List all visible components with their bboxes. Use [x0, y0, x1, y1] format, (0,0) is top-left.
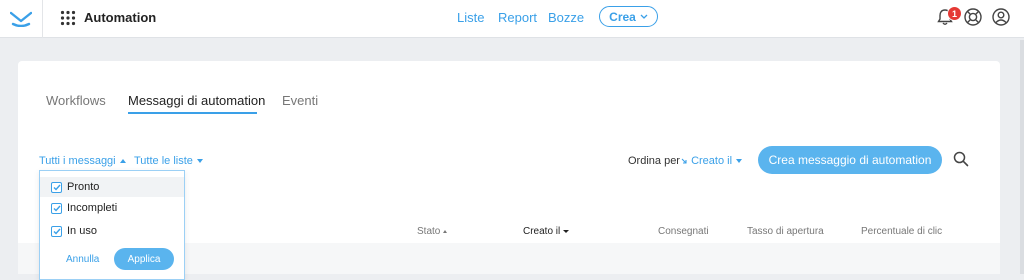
caret-down-icon: [736, 159, 743, 164]
column-tasso-di-apertura[interactable]: Tasso di apertura: [747, 226, 824, 237]
chevron-down-icon: [640, 14, 648, 19]
checkbox-incompleti[interactable]: [51, 202, 62, 214]
top-bar: Automation Liste Report Bozze Crea 1: [0, 0, 1024, 38]
envelope-logo-icon: [10, 11, 32, 27]
checkmark-icon: [53, 205, 61, 212]
sort-arrow-icon: [681, 158, 687, 164]
app-grid-icon[interactable]: [60, 10, 76, 26]
user-profile-icon[interactable]: [991, 7, 1011, 27]
cancel-link[interactable]: Annulla: [66, 254, 99, 265]
column-creato-il[interactable]: Creato il: [523, 226, 570, 237]
lists-filter-label: Tutte le liste: [134, 155, 193, 167]
option-in-uso[interactable]: In uso: [40, 221, 184, 241]
nav-liste[interactable]: Liste: [457, 10, 484, 25]
crea-label: Crea: [609, 9, 636, 24]
column-consegnati[interactable]: Consegnati: [658, 226, 709, 237]
option-label: In uso: [67, 225, 97, 237]
logo[interactable]: [0, 0, 43, 38]
help-lifebuoy-icon[interactable]: [963, 7, 983, 27]
page-scrollbar[interactable]: [1020, 40, 1024, 274]
checkmark-icon: [53, 228, 61, 235]
tab-eventi[interactable]: Eventi: [282, 93, 318, 108]
caret-up-icon: [119, 159, 126, 164]
column-stato[interactable]: Stato: [417, 226, 448, 237]
app-title: Automation: [84, 10, 157, 25]
checkmark-icon: [53, 184, 61, 191]
nav-bozze[interactable]: Bozze: [548, 10, 584, 25]
crea-button[interactable]: Crea: [599, 6, 658, 27]
option-label: Pronto: [67, 181, 100, 193]
notification-badge: 1: [947, 6, 962, 21]
sort-label: Ordina per: [628, 155, 680, 167]
column-percentuale-di-clic[interactable]: Percentuale di clic: [861, 226, 942, 237]
sort-dropdown[interactable]: Creato il: [681, 155, 743, 167]
option-label: Incompleti: [67, 202, 118, 214]
caret-down-icon: [196, 159, 203, 164]
column-creato-il-label: Creato il: [523, 226, 561, 237]
lists-filter-dropdown[interactable]: Tutte le liste: [134, 155, 203, 167]
messages-filter-label: Tutti i messaggi: [39, 155, 116, 167]
checkbox-in-uso[interactable]: [51, 225, 62, 237]
active-tab-indicator: [128, 112, 257, 114]
search-icon[interactable]: [953, 151, 969, 167]
sort-value-label: Creato il: [691, 155, 733, 167]
tab-messaggi-di-automation[interactable]: Messaggi di automation: [128, 93, 265, 108]
column-stato-label: Stato: [417, 226, 441, 237]
nav-report[interactable]: Report: [498, 10, 537, 25]
create-automation-message-button[interactable]: Crea messaggio di automation: [758, 146, 942, 174]
sort-down-icon: [563, 229, 570, 233]
messages-filter-dropdown[interactable]: Tutti i messaggi: [39, 155, 126, 167]
sort-up-icon: [443, 229, 448, 233]
checkbox-pronto[interactable]: [51, 181, 62, 193]
status-filter-dropdown-menu: Pronto Incompleti In uso Annulla Applica: [39, 170, 185, 280]
option-pronto[interactable]: Pronto: [40, 177, 184, 197]
option-incompleti[interactable]: Incompleti: [40, 198, 184, 218]
tab-workflows[interactable]: Workflows: [46, 93, 106, 108]
apply-button[interactable]: Applica: [114, 248, 174, 270]
